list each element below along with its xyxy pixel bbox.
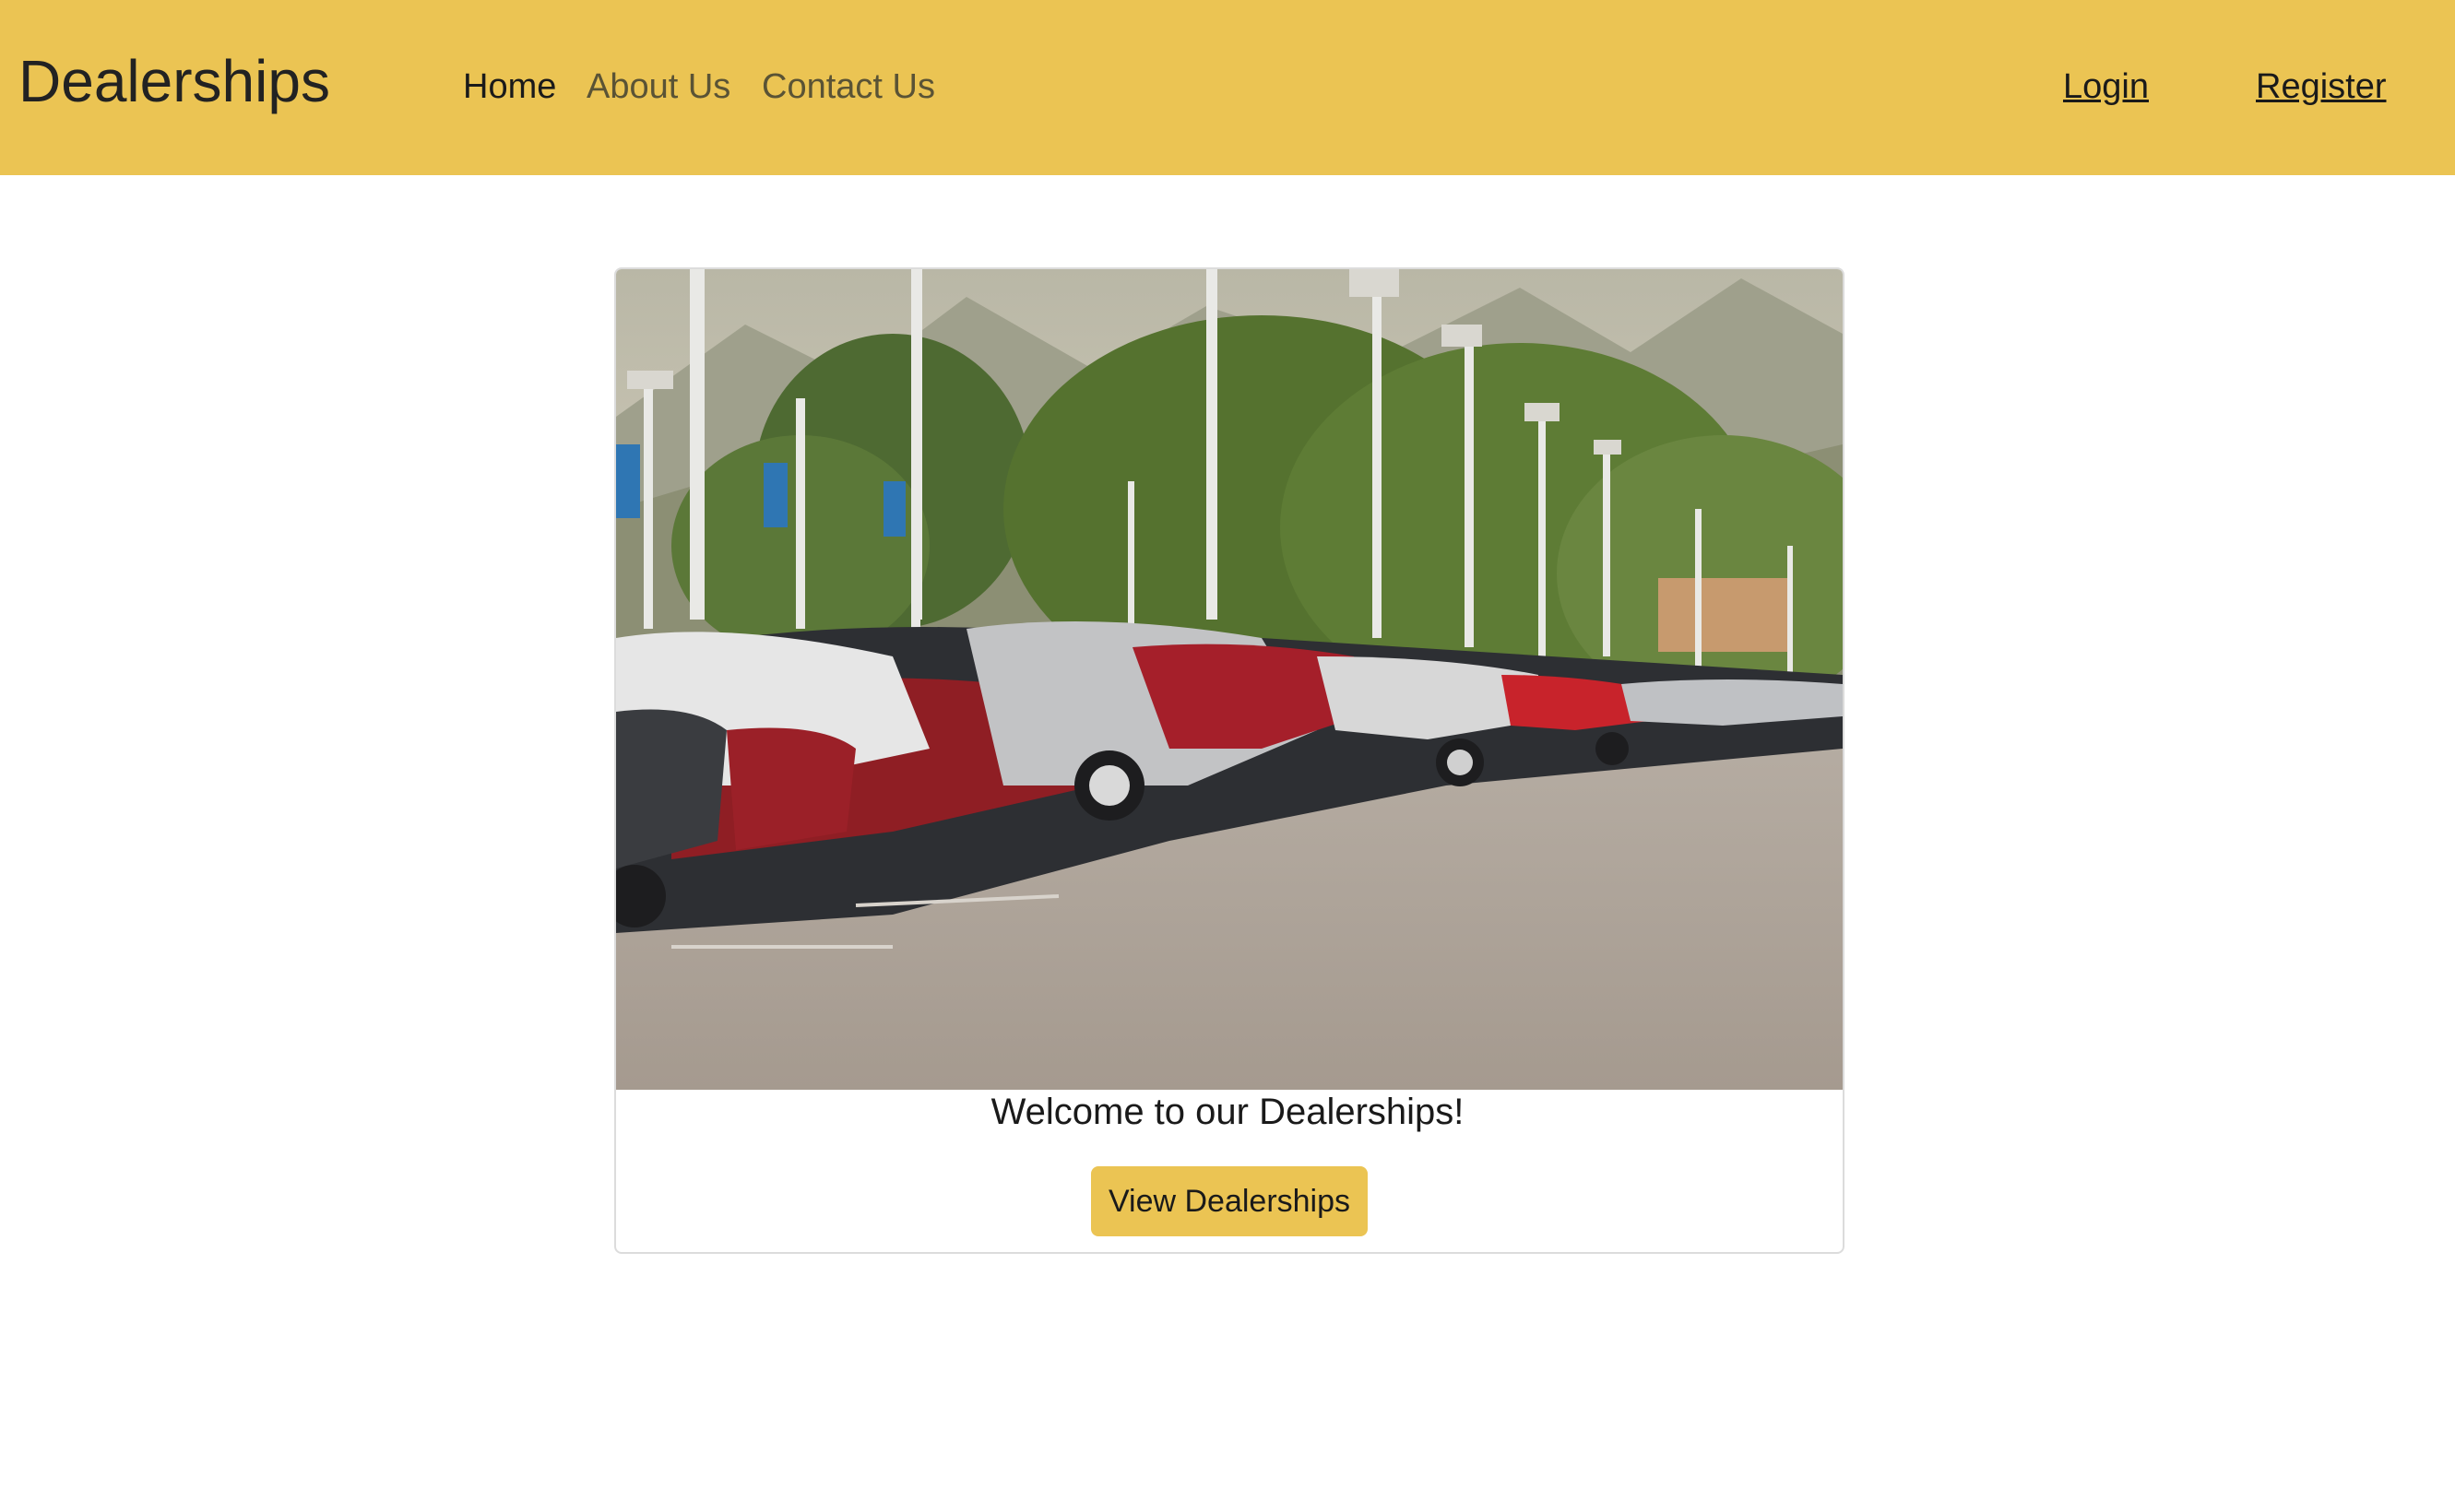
nav-link-contact-us[interactable]: Contact Us — [762, 65, 935, 109]
brand-logo-link[interactable]: Dealerships — [18, 44, 330, 118]
nav-link-about-us[interactable]: About Us — [587, 65, 730, 109]
welcome-heading: Welcome to our Dealerships! — [990, 1092, 1465, 1132]
login-link[interactable]: Login — [2063, 65, 2149, 109]
nav-link-home[interactable]: Home — [463, 65, 556, 109]
car-lot-photo — [616, 269, 1843, 1090]
register-link[interactable]: Register — [2256, 65, 2387, 109]
top-navbar: Dealerships Home About Us Contact Us Log… — [0, 0, 2455, 175]
view-dealerships-button[interactable]: View Dealerships — [1091, 1166, 1368, 1236]
